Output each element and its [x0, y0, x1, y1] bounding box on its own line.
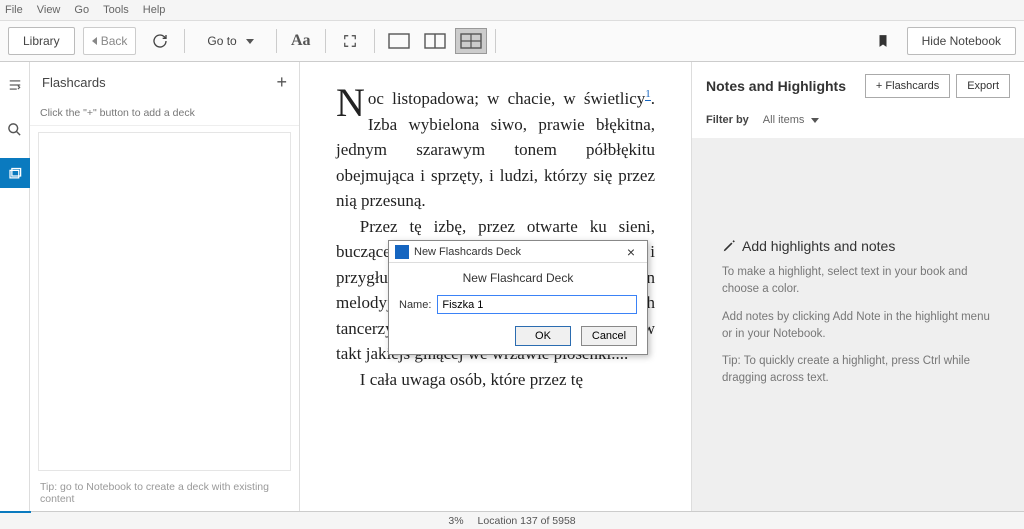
- layout-switcher: [383, 28, 487, 54]
- layout-two-col[interactable]: [419, 28, 451, 54]
- back-button[interactable]: Back: [83, 27, 137, 55]
- add-deck-button[interactable]: +: [276, 72, 287, 93]
- notes-heading: Add highlights and notes: [722, 238, 994, 254]
- rail-flashcards[interactable]: [0, 158, 30, 188]
- reading-progress: [0, 511, 31, 513]
- notes-help-3: Tip: To quickly create a highlight, pres…: [722, 353, 994, 388]
- refresh-icon: [152, 33, 168, 49]
- export-button[interactable]: Export: [956, 74, 1010, 98]
- flashcards-tip: Tip: go to Notebook to create a deck wit…: [30, 477, 299, 511]
- menu-tools[interactable]: Tools: [103, 4, 129, 16]
- dialog-titlebar[interactable]: New Flashcards Deck ×: [389, 241, 647, 263]
- notes-title: Notes and Highlights: [706, 78, 846, 94]
- notes-help-2: Add notes by clicking Add Note in the hi…: [722, 309, 994, 344]
- paragraph: I cała uwaga osób, które przez tę: [336, 367, 655, 393]
- menubar: File View Go Tools Help: [0, 0, 1024, 20]
- rail-search[interactable]: [0, 114, 30, 144]
- menu-help[interactable]: Help: [143, 4, 166, 16]
- status-location: Location 137 of 5958: [478, 515, 576, 527]
- goto-button[interactable]: Go to: [193, 27, 267, 55]
- bookmark-button[interactable]: [867, 27, 899, 55]
- filter-row: Filter by All items: [692, 106, 1024, 138]
- refresh-button[interactable]: [144, 27, 176, 55]
- chevron-left-icon: [92, 37, 97, 45]
- toc-icon: [7, 78, 23, 92]
- menu-file[interactable]: File: [5, 4, 23, 16]
- library-button[interactable]: Library: [8, 27, 75, 55]
- back-label: Back: [101, 34, 128, 48]
- app-icon: [395, 245, 409, 259]
- bookmark-icon: [876, 33, 890, 49]
- dialog-window-title: New Flashcards Deck: [414, 246, 521, 258]
- hide-notebook-button[interactable]: Hide Notebook: [907, 27, 1016, 55]
- paragraph: Noc listopadowa; w chacie, w świetlicy1.…: [336, 86, 655, 214]
- menu-go[interactable]: Go: [74, 4, 89, 16]
- cancel-button[interactable]: Cancel: [581, 326, 637, 346]
- search-icon: [7, 122, 22, 137]
- left-rail: [0, 62, 30, 511]
- expand-icon: [343, 34, 357, 48]
- flashcards-title: Flashcards: [42, 75, 106, 90]
- ok-button[interactable]: OK: [515, 326, 571, 346]
- status-percent: 3%: [448, 515, 463, 527]
- flashcards-panel: Flashcards + Click the "+" button to add…: [30, 62, 300, 511]
- new-deck-dialog: New Flashcards Deck × New Flashcard Deck…: [388, 240, 648, 355]
- layout-single[interactable]: [383, 28, 415, 54]
- flashcards-list: [38, 132, 291, 471]
- rail-toc[interactable]: [0, 70, 30, 100]
- menu-view[interactable]: View: [37, 4, 61, 16]
- notes-help-1: To make a highlight, select text in your…: [722, 264, 994, 299]
- filter-label: Filter by: [706, 114, 749, 126]
- name-label: Name:: [399, 299, 431, 311]
- status-bar: 3% Location 137 of 5958: [0, 511, 1024, 529]
- toolbar: Library Back Go to Aa Hide Notebook: [0, 20, 1024, 62]
- notes-body: Add highlights and notes To make a highl…: [692, 138, 1024, 511]
- dialog-heading: New Flashcard Deck: [389, 263, 647, 291]
- flashcards-hint: Click the "+" button to add a deck: [30, 103, 299, 126]
- deck-name-input[interactable]: [437, 295, 637, 314]
- layout-grid[interactable]: [455, 28, 487, 54]
- pencil-icon: [722, 239, 736, 253]
- fullscreen-button[interactable]: [334, 27, 366, 55]
- close-icon[interactable]: ×: [621, 244, 641, 260]
- dropcap: N: [336, 86, 368, 120]
- filter-dropdown[interactable]: All items: [763, 114, 820, 126]
- notes-panel: Notes and Highlights + Flashcards Export…: [692, 62, 1024, 511]
- add-flashcards-button[interactable]: + Flashcards: [865, 74, 950, 98]
- font-button[interactable]: Aa: [285, 27, 317, 55]
- cards-icon: [7, 166, 23, 181]
